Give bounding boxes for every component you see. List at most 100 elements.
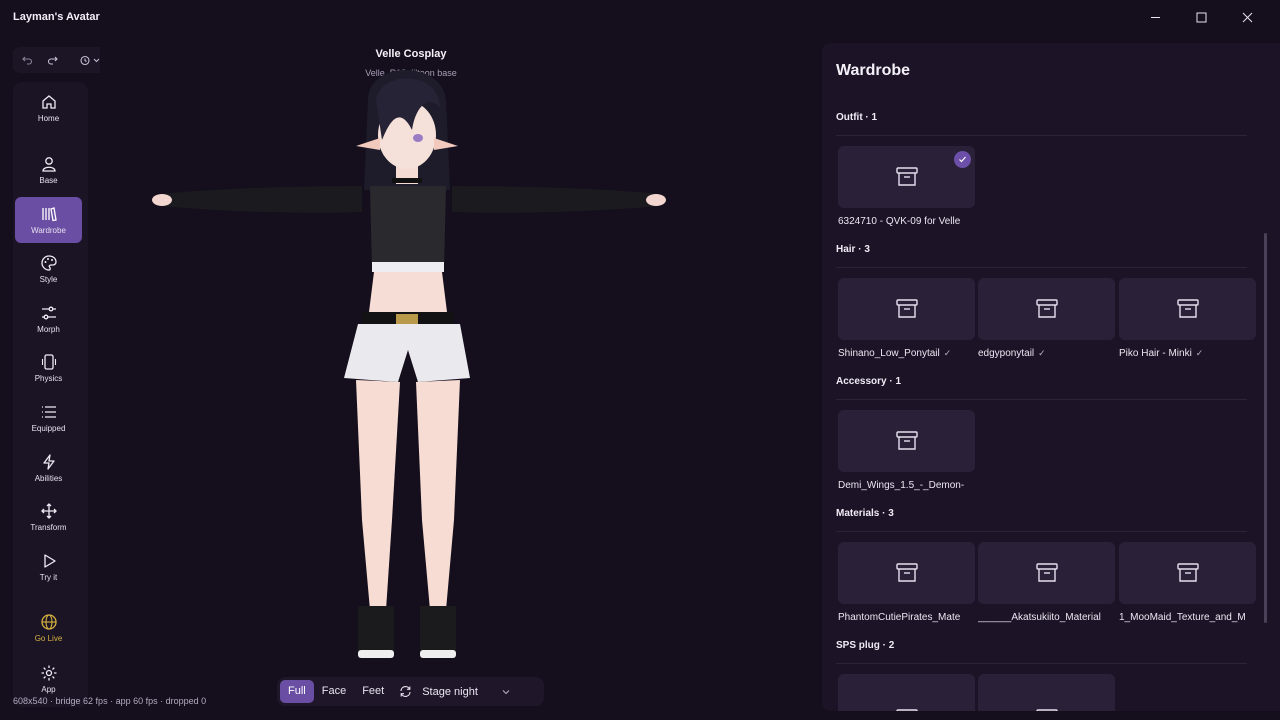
nav-item-physics[interactable]: Physics — [15, 345, 82, 391]
view-full-button[interactable]: Full — [280, 680, 314, 703]
minimize-button[interactable] — [1132, 8, 1178, 26]
nav-item-go-live[interactable]: Go Live — [15, 605, 82, 651]
chevron-down-icon — [93, 58, 100, 62]
avatar-viewport[interactable]: Velle Cosplay Velle_R18_liltoon base Ful… — [100, 0, 812, 720]
window-controls — [1132, 8, 1270, 26]
wardrobe-item[interactable]: 1_MooMaid_Texture_and_M — [1119, 542, 1256, 623]
item-card[interactable] — [838, 410, 975, 472]
wardrobe-item[interactable]: Shinano_Low_Ponytail ✓ — [838, 278, 975, 359]
nav-item-transform[interactable]: Transform — [15, 494, 82, 540]
nav-label: Abilities — [34, 474, 63, 483]
maximize-icon — [1196, 12, 1206, 22]
section-divider — [836, 135, 1247, 136]
globe-icon — [40, 614, 57, 630]
item-name: ______Akatsukiito_Material — [978, 612, 1101, 623]
archive-box-icon — [895, 563, 918, 582]
palette-icon — [40, 255, 57, 271]
nav-label: Wardrobe — [31, 226, 66, 235]
redo-button[interactable] — [45, 52, 61, 68]
nav-item-home[interactable]: Home — [15, 85, 82, 131]
nav-item-abilities[interactable]: Abilities — [15, 445, 82, 491]
chevron-down-icon — [502, 689, 510, 694]
avatar-name: Velle Cosplay — [375, 48, 447, 60]
refresh-button[interactable] — [394, 685, 416, 698]
wardrobe-item[interactable]: edgyponytail ✓ — [978, 278, 1115, 359]
section-hair-title: Hair · 3 — [836, 244, 870, 255]
section-accessory-title: Accessory · 1 — [836, 376, 902, 387]
item-card[interactable] — [1119, 278, 1256, 340]
nav-label: Style — [39, 275, 58, 284]
item-card[interactable] — [838, 542, 975, 604]
stage-select[interactable]: Stage night — [422, 686, 502, 698]
wardrobe-item[interactable] — [978, 674, 1115, 711]
sliders-icon — [41, 306, 56, 320]
bolt-icon — [42, 454, 55, 470]
wardrobe-panel: Wardrobe Outfit · 1 6324710 - QVK-09 for… — [822, 43, 1280, 711]
item-name: 1_MooMaid_Texture_and_M — [1119, 612, 1246, 623]
nav-item-equipped[interactable]: Equipped — [15, 395, 82, 441]
wardrobe-item[interactable]: Piko Hair - Minki ✓ — [1119, 278, 1256, 359]
stage-dropdown[interactable] — [502, 683, 510, 701]
archive-box-icon — [1035, 563, 1058, 582]
view-face-button[interactable]: Face — [314, 680, 354, 703]
view-toolbar: Full Face Feet Stage night — [277, 677, 544, 706]
panel-scrollbar[interactable] — [1264, 233, 1267, 623]
wardrobe-item[interactable] — [838, 674, 975, 711]
selected-badge — [954, 151, 971, 168]
nav-label: Transform — [30, 523, 67, 532]
wardrobe-icon — [41, 207, 57, 222]
nav-label: Physics — [34, 374, 63, 383]
avatar-base: Velle_R18_liltoon base — [365, 68, 457, 78]
item-card[interactable] — [838, 278, 975, 340]
archive-box-icon — [1035, 709, 1058, 711]
wardrobe-item[interactable]: Demi_Wings_1.5_-_Demon- — [838, 410, 975, 491]
section-outfit-title: Outfit · 1 — [836, 112, 878, 123]
check-icon: ✓ — [1195, 348, 1204, 358]
wardrobe-item[interactable]: PhantomCutiePirates_Mate — [838, 542, 975, 623]
nav-item-base[interactable]: Base — [15, 147, 82, 193]
archive-box-icon — [1176, 299, 1199, 318]
sidebar-nav: Home Base Wardrobe Style Morph Physics E… — [13, 82, 88, 707]
nav-item-style[interactable]: Style — [15, 246, 82, 292]
item-card[interactable] — [978, 278, 1115, 340]
nav-item-try-it[interactable]: Try it — [15, 544, 82, 590]
archive-box-icon — [895, 167, 918, 186]
item-name: PhantomCutiePirates_Mate — [838, 612, 961, 623]
check-icon — [959, 156, 966, 163]
section-divider — [836, 531, 1247, 532]
wardrobe-item[interactable]: 6324710 - QVK-09 for Velle — [838, 146, 975, 227]
section-materials-title: Materials · 3 — [836, 508, 894, 519]
item-card[interactable] — [838, 674, 975, 711]
nav-label: Equipped — [31, 424, 66, 433]
item-name: edgyponytail — [978, 348, 1035, 359]
item-card[interactable] — [838, 146, 975, 208]
render-stats: 608x540 · bridge 62 fps · app 60 fps · d… — [13, 696, 207, 706]
avatar-model — [152, 70, 666, 658]
history-button[interactable] — [79, 54, 100, 66]
close-button[interactable] — [1224, 8, 1270, 26]
home-icon — [41, 95, 56, 109]
section-divider — [836, 663, 1247, 664]
view-feet-button[interactable]: Feet — [354, 680, 392, 703]
undo-button[interactable] — [19, 52, 35, 68]
nav-item-wardrobe[interactable]: Wardrobe — [15, 197, 82, 243]
wardrobe-item[interactable]: ______Akatsukiito_Material — [978, 542, 1115, 623]
item-name: 6324710 - QVK-09 for Velle — [838, 216, 961, 227]
gear-icon — [41, 665, 56, 681]
undo-icon — [22, 56, 33, 65]
item-card[interactable] — [978, 674, 1115, 711]
item-card[interactable] — [978, 542, 1115, 604]
item-name: Demi_Wings_1.5_-_Demon- — [838, 480, 965, 491]
item-card[interactable] — [1119, 542, 1256, 604]
maximize-button[interactable] — [1178, 8, 1224, 26]
nav-label: Morph — [37, 325, 60, 334]
panel-title: Wardrobe — [836, 62, 911, 79]
archive-box-icon — [1035, 299, 1058, 318]
item-name: Piko Hair - Minki — [1119, 348, 1192, 359]
archive-box-icon — [1176, 563, 1199, 582]
history-icon — [80, 55, 90, 66]
nav-item-morph[interactable]: Morph — [15, 296, 82, 342]
nav-label: Try it — [39, 573, 58, 582]
nav-label: Go Live — [34, 634, 63, 643]
list-icon — [41, 406, 56, 418]
